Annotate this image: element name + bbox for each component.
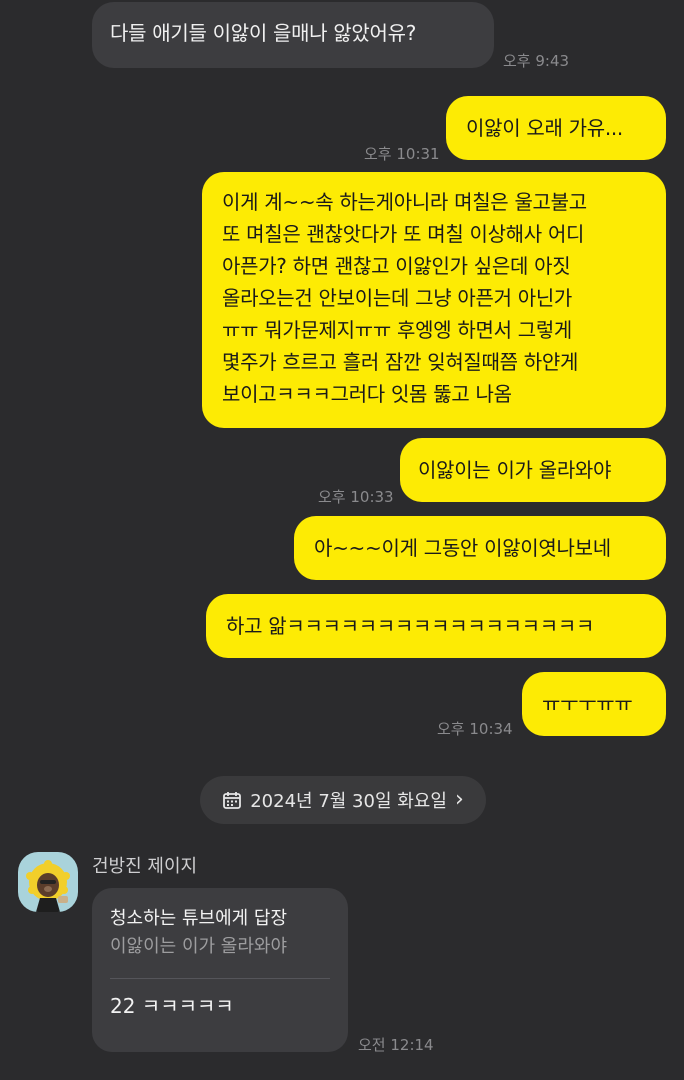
message-text: 아픈가? 하면 괜찮고 이앓인가 싶은데 아짓 bbox=[222, 254, 571, 278]
message-bubble-received[interactable]: 다들 애기들 이앓이 을매나 앓았어유? bbox=[92, 2, 494, 68]
sender-name: 건방진 제이지 bbox=[92, 856, 198, 877]
message-text: ㅠㅠ 뭐가문제지ㅠㅠ 후엥엥 하면서 그렇게 bbox=[222, 318, 573, 342]
message-time: 오후 9:43 bbox=[503, 52, 570, 70]
message-text: 몇주가 흐르고 흘러 잠깐 잊혀질때쯤 하얀게 bbox=[222, 350, 579, 374]
message-bubble-sent[interactable]: ㅠㅜㅜㅠㅠ bbox=[522, 672, 666, 736]
date-label: 2024년 7월 30일 화요일 bbox=[250, 791, 447, 812]
message-bubble-sent[interactable]: 하고 앎ㅋㅋㅋㅋㅋㅋㅋㅋㅋㅋㅋㅋㅋㅋㅋㅋㅋ bbox=[206, 594, 666, 658]
reply-message-bubble[interactable]: 청소하는 튜브에게 답장 이앓이는 이가 올라와야 22 ㅋㅋㅋㅋㅋ bbox=[92, 888, 348, 1052]
message-text: 또 며칠은 괜찮앗다가 또 며칠 이상해사 어디 bbox=[222, 222, 585, 246]
message-text: 이게 계~~속 하는게아니라 며칠은 울고불고 bbox=[222, 190, 587, 214]
reply-header: 청소하는 튜브에게 답장 bbox=[110, 908, 288, 929]
message-text: ㅠㅜㅜㅠㅠ bbox=[542, 692, 633, 716]
message-bubble-sent[interactable]: 아~~~이게 그동안 이앓이엿나보네 bbox=[294, 516, 666, 580]
message-bubble-sent[interactable]: 이게 계~~속 하는게아니라 며칠은 울고불고 또 며칠은 괜찮앗다가 또 며칠… bbox=[202, 172, 666, 428]
message-text: 다들 애기들 이앓이 을매나 앓았어유? bbox=[110, 21, 417, 45]
message-time: 오전 12:14 bbox=[358, 1036, 434, 1054]
avatar[interactable] bbox=[18, 852, 78, 912]
message-text: 보이고ㅋㅋㅋ그러다 잇몸 뚫고 나옴 bbox=[222, 382, 512, 406]
message-text: 이앓이 오래 가유... bbox=[466, 116, 623, 140]
message-bubble-sent[interactable]: 이앓이는 이가 올라와야 bbox=[400, 438, 666, 502]
quoted-message[interactable]: 이앓이는 이가 올라와야 bbox=[110, 932, 330, 962]
message-text: 올라오는건 안보이는데 그냥 아픈거 아닌가 bbox=[222, 286, 573, 310]
message-bubble-sent[interactable]: 이앓이 오래 가유... bbox=[446, 96, 666, 160]
date-divider[interactable]: 2024년 7월 30일 화요일 › bbox=[200, 776, 486, 824]
message-text: 22 ㅋㅋㅋㅋㅋ bbox=[110, 994, 234, 1018]
message-time: 오후 10:33 bbox=[318, 488, 394, 506]
message-time: 오후 10:31 bbox=[364, 145, 440, 163]
chevron-right-icon: › bbox=[454, 787, 464, 812]
message-time: 오후 10:34 bbox=[437, 720, 513, 738]
divider bbox=[110, 978, 330, 979]
calendar-icon bbox=[222, 790, 242, 810]
message-text: 아~~~이게 그동안 이앓이엿나보네 bbox=[314, 536, 611, 560]
message-text: 이앓이는 이가 올라와야 bbox=[418, 458, 612, 482]
message-text: 하고 앎ㅋㅋㅋㅋㅋㅋㅋㅋㅋㅋㅋㅋㅋㅋㅋㅋㅋ bbox=[226, 614, 595, 638]
